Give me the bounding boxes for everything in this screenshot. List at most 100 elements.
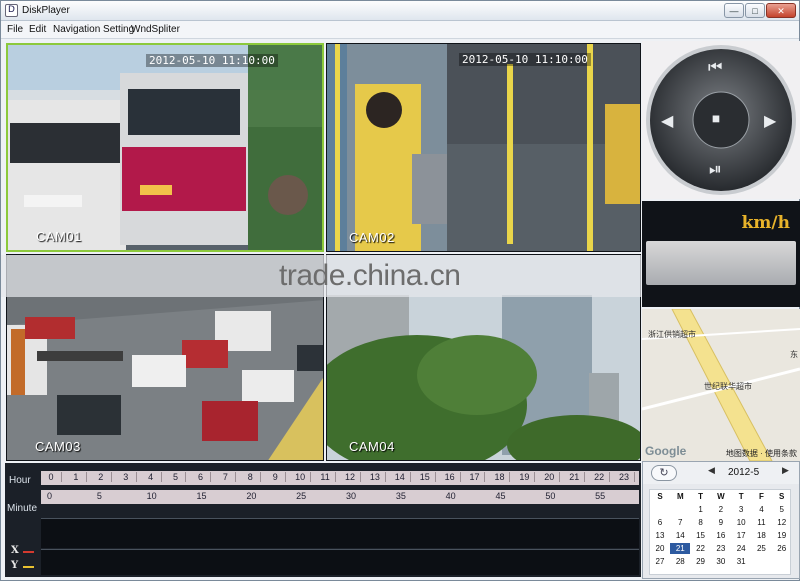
calendar-day[interactable]: 18 <box>751 530 771 541</box>
minute-tick[interactable]: 30 <box>346 491 356 501</box>
calendar-day[interactable]: 20 <box>650 543 670 554</box>
hour-tick[interactable]: 0 <box>41 472 62 482</box>
calendar-day[interactable]: 25 <box>751 543 771 554</box>
calendar-day[interactable]: 6 <box>650 517 670 528</box>
title-bar[interactable]: D DiskPlayer — □ ✕ <box>1 1 799 21</box>
calendar-day[interactable]: 4 <box>751 504 771 515</box>
calendar-day[interactable]: 30 <box>711 556 731 567</box>
window-title: DiskPlayer <box>22 5 70 16</box>
calendar-day[interactable]: 28 <box>670 556 690 567</box>
calendar-day[interactable]: 11 <box>751 517 771 528</box>
pause-icon[interactable]: ⏯ <box>709 161 722 179</box>
minute-tick[interactable]: 40 <box>446 491 456 501</box>
hour-tick[interactable]: 7 <box>215 472 237 482</box>
minute-label: Minute <box>7 503 38 514</box>
calendar-weekday: S <box>779 492 785 501</box>
camera-2-label: CAM02 <box>349 230 395 245</box>
calendar-day[interactable]: 17 <box>731 530 751 541</box>
menu-wndspliter[interactable]: WndSpliter <box>131 24 180 35</box>
hour-tick[interactable]: 2 <box>91 472 112 482</box>
map-label-3: 东 <box>790 350 798 359</box>
minute-tick[interactable]: 5 <box>97 491 102 501</box>
minute-tick[interactable]: 15 <box>197 491 207 501</box>
calendar-day[interactable]: 2 <box>711 504 731 515</box>
maximize-button[interactable]: □ <box>745 3 765 18</box>
calendar-day[interactable]: 10 <box>731 517 751 528</box>
calendar-day[interactable]: 29 <box>691 556 711 567</box>
calendar-day[interactable]: 7 <box>670 517 690 528</box>
minute-tick[interactable]: 45 <box>496 491 506 501</box>
calendar-day[interactable]: 13 <box>650 530 670 541</box>
camera-1-timestamp: 2012-05-10 11:10:00 <box>146 54 278 67</box>
close-button[interactable]: ✕ <box>766 3 796 18</box>
hour-tick[interactable]: 4 <box>141 472 162 482</box>
hour-tick[interactable]: 6 <box>191 472 212 482</box>
first-icon[interactable]: ⏮ <box>708 59 722 77</box>
calendar-day[interactable]: 22 <box>691 543 711 554</box>
calendar-day[interactable]: 5 <box>772 504 792 515</box>
prev-icon[interactable]: ◀ <box>661 111 673 131</box>
camera-3-label: CAM03 <box>35 439 81 454</box>
stop-icon[interactable]: ⏹ <box>712 111 720 129</box>
menu-file[interactable]: File <box>7 24 23 35</box>
hour-tick[interactable]: 19 <box>514 472 536 482</box>
refresh-icon[interactable]: ↻ <box>651 465 677 481</box>
calendar-prev-button[interactable]: ◀ <box>708 465 715 476</box>
map-google-logo: Google <box>645 444 687 458</box>
calendar-day[interactable]: 24 <box>731 543 751 554</box>
calendar-day[interactable]: 16 <box>711 530 731 541</box>
hour-tick[interactable]: 20 <box>539 472 561 482</box>
calendar-day[interactable]: 21 <box>670 543 691 554</box>
calendar-day[interactable]: 14 <box>670 530 690 541</box>
hour-tick[interactable]: 3 <box>116 472 137 482</box>
calendar-day[interactable]: 23 <box>711 543 731 554</box>
minute-tick[interactable]: 0 <box>47 491 52 501</box>
timeline-track-y[interactable] <box>41 549 639 575</box>
hour-tick[interactable]: 1 <box>66 472 87 482</box>
map-panel[interactable]: 浙江供销超市 世纪联华超市 东 Google 地图数据 · 使用条款 <box>642 309 800 461</box>
menu-edit[interactable]: Edit <box>29 24 46 35</box>
calendar-day[interactable]: 27 <box>650 556 670 567</box>
minimize-button[interactable]: — <box>724 3 744 18</box>
camera-view-1[interactable]: 2012-05-10 11:10:00 CAM01 <box>6 43 324 252</box>
calendar-day[interactable]: 8 <box>691 517 711 528</box>
hour-tick[interactable]: 5 <box>166 472 187 482</box>
minute-tick[interactable]: 20 <box>246 491 256 501</box>
minute-tick[interactable]: 50 <box>545 491 555 501</box>
hour-tick[interactable]: 17 <box>465 472 486 482</box>
minute-tick[interactable]: 25 <box>296 491 306 501</box>
hour-tick[interactable]: 13 <box>365 472 386 482</box>
calendar-day[interactable]: 9 <box>711 517 731 528</box>
disk-player-icon: D <box>5 4 18 17</box>
hour-tick[interactable]: 8 <box>240 472 262 482</box>
hour-tick[interactable]: 12 <box>340 472 361 482</box>
calendar-day[interactable]: 26 <box>772 543 792 554</box>
calendar-day[interactable]: 3 <box>731 504 751 515</box>
calendar-day[interactable]: 12 <box>772 517 792 528</box>
timeline-track-x[interactable] <box>41 518 639 548</box>
hour-tick[interactable]: 15 <box>415 472 436 482</box>
calendar-month: 2012-5 <box>728 467 760 478</box>
menu-navigation-setting[interactable]: Navigation Setting <box>53 24 134 35</box>
next-icon[interactable]: ▶ <box>764 111 776 131</box>
minute-tick[interactable]: 55 <box>595 491 605 501</box>
calendar-day[interactable]: 19 <box>772 530 792 541</box>
calendar-day[interactable]: 1 <box>691 504 711 515</box>
hour-tick[interactable]: 10 <box>290 472 312 482</box>
hour-tick[interactable]: 18 <box>490 472 511 482</box>
calendar-next-button[interactable]: ▶ <box>782 465 789 476</box>
hour-tick[interactable]: 16 <box>440 472 461 482</box>
calendar-day[interactable]: 31 <box>731 556 751 567</box>
calendar-day[interactable]: 15 <box>691 530 711 541</box>
hour-tick[interactable]: 22 <box>589 472 611 482</box>
hour-tick[interactable]: 9 <box>265 472 287 482</box>
hour-label: Hour <box>9 475 31 486</box>
camera-view-2[interactable]: 2012-05-10 11:10:00 CAM02 <box>326 43 641 252</box>
hour-tick[interactable]: 23 <box>614 472 635 482</box>
hour-tick[interactable]: 21 <box>564 472 586 482</box>
minute-tick[interactable]: 35 <box>396 491 406 501</box>
map-copyright[interactable]: 地图数据 · 使用条款 <box>726 448 797 459</box>
minute-tick[interactable]: 10 <box>147 491 157 501</box>
hour-tick[interactable]: 11 <box>315 472 336 482</box>
hour-tick[interactable]: 14 <box>390 472 411 482</box>
